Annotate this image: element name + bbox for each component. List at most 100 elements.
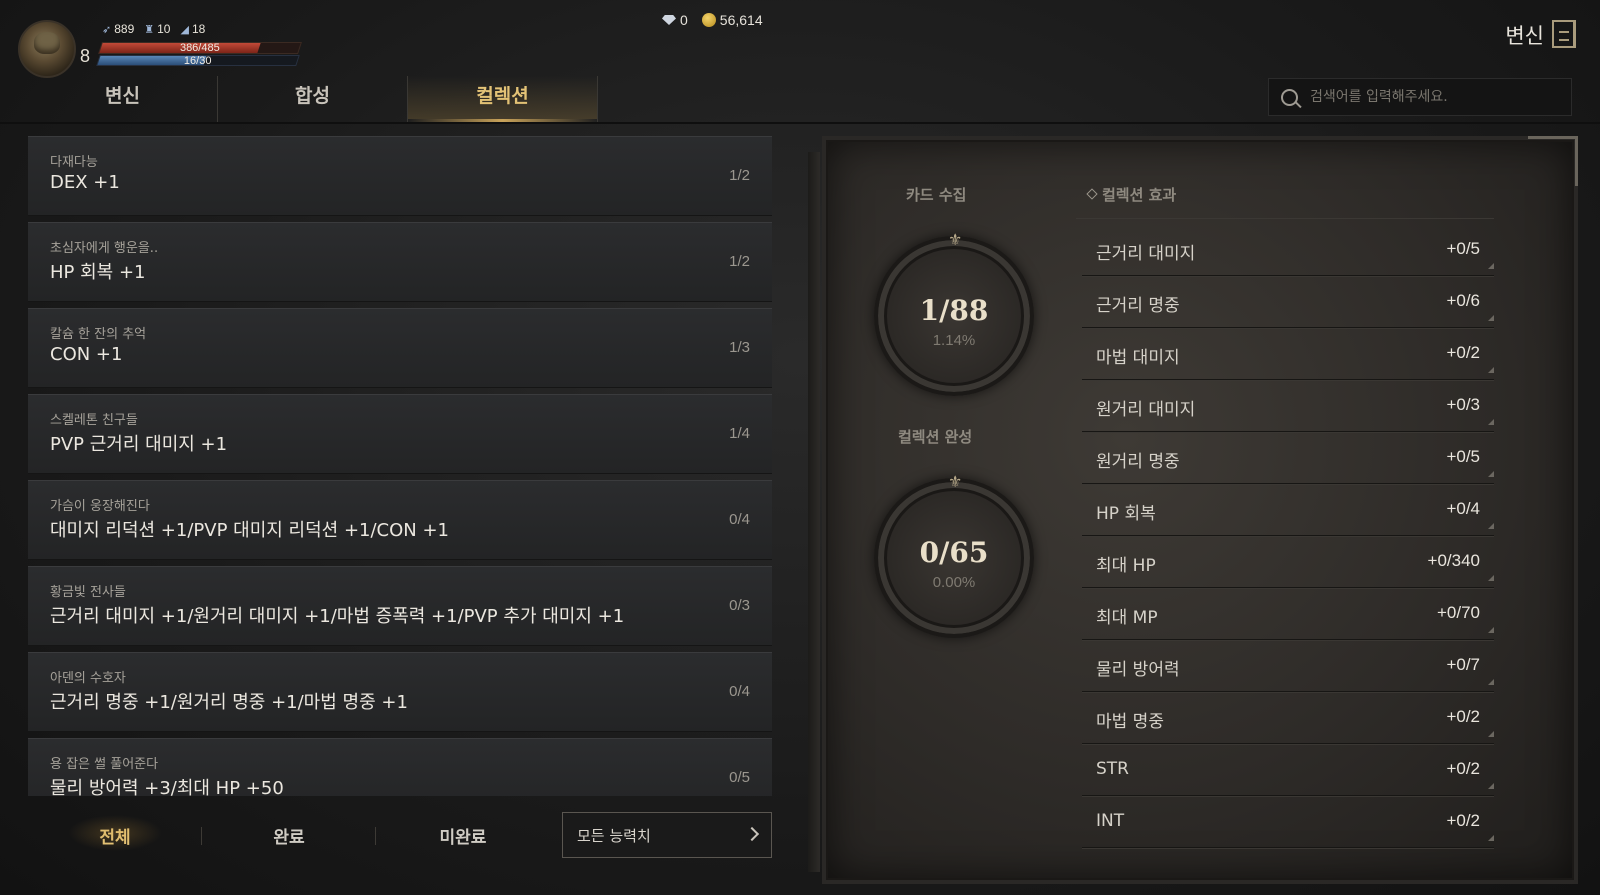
effect-value: +0/7: [1446, 655, 1480, 674]
tab-collection[interactable]: 컬렉션: [408, 76, 598, 122]
effect-name: STR: [1096, 759, 1129, 779]
character-avatar[interactable]: [18, 20, 76, 78]
ability-filter-dropdown[interactable]: 모든 능력치: [562, 812, 772, 858]
corner-tick-icon: [1488, 315, 1494, 321]
effect-value: +0/2: [1446, 343, 1480, 362]
mp-bar: 16/30: [96, 55, 300, 67]
card-collect-percent: 1.14%: [932, 332, 976, 349]
collection-effect: PVP 근거리 대미지 +1: [50, 434, 228, 455]
effect-row: 마법 명중 +0/2: [1082, 692, 1494, 744]
effect-value: +0/2: [1446, 811, 1480, 830]
stat-c-value: 18: [191, 22, 206, 36]
collection-count: 0/5: [729, 769, 750, 786]
filter-complete[interactable]: 완료: [202, 823, 376, 848]
effect-name: 마법 명중: [1096, 712, 1164, 732]
player-stats: ➶ 889 ♜ 10 ◢ 18: [102, 22, 205, 36]
collection-effect: 대미지 리덕션 +1/PVP 대미지 리덕션 +1/CON +1: [50, 520, 450, 541]
corner-tick-icon: [1488, 627, 1494, 633]
list-item[interactable]: 다재다능 DEX +1 1/2: [28, 136, 772, 216]
collection-count: 0/4: [729, 683, 750, 700]
corner-tick-icon: [1488, 471, 1494, 477]
corner-ornament: [1528, 136, 1578, 186]
player-level: 8: [80, 46, 91, 66]
effects-list: 근거리 대미지 +0/5 근거리 명중 +0/6 마법 대미지 +0/2 원거리 대미…: [1082, 224, 1494, 848]
tab-transform[interactable]: 변신: [28, 76, 218, 122]
effect-value: +0/70: [1436, 603, 1480, 622]
list-item[interactable]: 가슴이 웅장해진다 대미지 리덕션 +1/PVP 대미지 리덕션 +1/CON …: [28, 480, 772, 560]
effect-row: 근거리 명중 +0/6: [1082, 276, 1494, 328]
feather-icon: ➶: [102, 23, 112, 36]
effect-value: +0/3: [1446, 395, 1480, 414]
collection-effect: DEX +1: [50, 172, 120, 193]
tab-synthesis[interactable]: 합성: [218, 76, 408, 122]
collection-count: 0/4: [729, 511, 750, 528]
collection-name: 아덴의 수호자: [50, 671, 126, 686]
effect-row: 최대 HP +0/340: [1082, 536, 1494, 588]
effect-name: 근거리 명중: [1096, 296, 1180, 316]
chevron-right-icon: [744, 826, 760, 842]
gold-coin-icon: [701, 13, 716, 27]
list-item[interactable]: 초심자에게 행운을.. HP 회복 +1 1/2: [28, 222, 772, 302]
corner-tick-icon: [1488, 419, 1494, 425]
effect-row: 근거리 대미지 +0/5: [1082, 224, 1494, 276]
gold-count: 56,614: [719, 12, 763, 28]
hp-text: 386/485: [179, 42, 220, 54]
corner-tick-icon: [1488, 523, 1494, 529]
filter-incomplete[interactable]: 미완료: [376, 823, 550, 848]
collection-name: 스켈레톤 친구들: [50, 413, 138, 428]
list-item[interactable]: 스켈레톤 친구들 PVP 근거리 대미지 +1 1/4: [28, 394, 772, 474]
collection-count: 1/4: [729, 425, 750, 442]
effect-name: 근거리 대미지: [1096, 244, 1196, 264]
diamond-currency-icon: [662, 15, 676, 25]
exit-icon[interactable]: [1552, 20, 1576, 48]
effect-value: +0/340: [1427, 551, 1480, 570]
card-collect-value: 1/88: [919, 294, 989, 327]
collection-name: 황금빛 전사들: [50, 585, 126, 600]
diamond-icon: [1086, 188, 1098, 200]
collection-list[interactable]: 다재다능 DEX +1 1/2 초심자에게 행운을.. HP 회복 +1 1/2…: [28, 136, 772, 796]
corner-tick-icon: [1488, 731, 1494, 737]
hp-bar: 386/485: [98, 42, 302, 54]
collection-effect: 물리 방어력 +3/최대 HP +50: [50, 778, 284, 796]
player-hud: 8 ➶ 889 ♜ 10 ◢ 18 386/485 16/30: [18, 18, 318, 82]
collection-effect: 근거리 대미지 +1/원거리 대미지 +1/마법 증폭력 +1/PVP 추가 대…: [50, 606, 625, 627]
list-item[interactable]: 황금빛 전사들 근거리 대미지 +1/원거리 대미지 +1/마법 증폭력 +1/…: [28, 566, 772, 646]
effect-row: STR +0/2: [1082, 744, 1494, 796]
collection-complete-value: 0/65: [919, 536, 989, 569]
list-item[interactable]: 용 잡은 썰 풀어준다 물리 방어력 +3/최대 HP +50 0/5: [28, 738, 772, 796]
effects-divider: [1076, 218, 1494, 219]
effect-name: 원거리 명중: [1096, 452, 1180, 472]
collection-effect: HP 회복 +1: [50, 262, 146, 283]
fleur-ornament-icon: ⚜: [948, 472, 963, 491]
wing-icon: ◢: [180, 23, 189, 36]
collection-name: 용 잡은 썰 풀어준다: [50, 757, 159, 772]
collection-count: 1/2: [729, 167, 750, 184]
effect-value: +0/2: [1446, 759, 1480, 778]
filter-all[interactable]: 전체: [28, 814, 202, 851]
card-collect-ring: ⚜ 1/88 1.14%: [874, 232, 1034, 396]
effect-row: 최대 MP +0/70: [1082, 588, 1494, 640]
search-icon[interactable]: [1281, 88, 1298, 106]
corner-tick-icon: [1488, 835, 1494, 841]
effect-name: 마법 대미지: [1096, 348, 1180, 368]
corner-tick-icon: [1488, 263, 1494, 269]
effect-name: HP 회복: [1096, 504, 1156, 524]
collection-name: 초심자에게 행운을..: [50, 241, 159, 256]
collection-complete-ring: ⚜ 0/65 0.00%: [874, 474, 1034, 638]
collection-name: 가슴이 웅장해진다: [50, 499, 150, 514]
collection-count: 1/3: [729, 339, 750, 356]
list-item[interactable]: 아덴의 수호자 근거리 명중 +1/원거리 명중 +1/마법 명중 +1 0/4: [28, 652, 772, 732]
effect-row: 물리 방어력 +0/7: [1082, 640, 1494, 692]
search-input[interactable]: [1310, 89, 1560, 105]
effect-name: 원거리 대미지: [1096, 400, 1196, 420]
effect-value: +0/6: [1446, 291, 1480, 310]
stat-a-value: 889: [114, 22, 135, 36]
gem-count: 0: [680, 12, 688, 28]
search-box: [1268, 78, 1572, 116]
page-title: 변신: [1505, 24, 1544, 48]
collection-count: 1/2: [729, 253, 750, 270]
corner-tick-icon: [1488, 575, 1494, 581]
corner-tick-icon: [1488, 679, 1494, 685]
list-item[interactable]: 칼슘 한 잔의 추억 CON +1 1/3: [28, 308, 772, 388]
main-tabs: 변신 합성 컬렉션: [28, 76, 598, 122]
